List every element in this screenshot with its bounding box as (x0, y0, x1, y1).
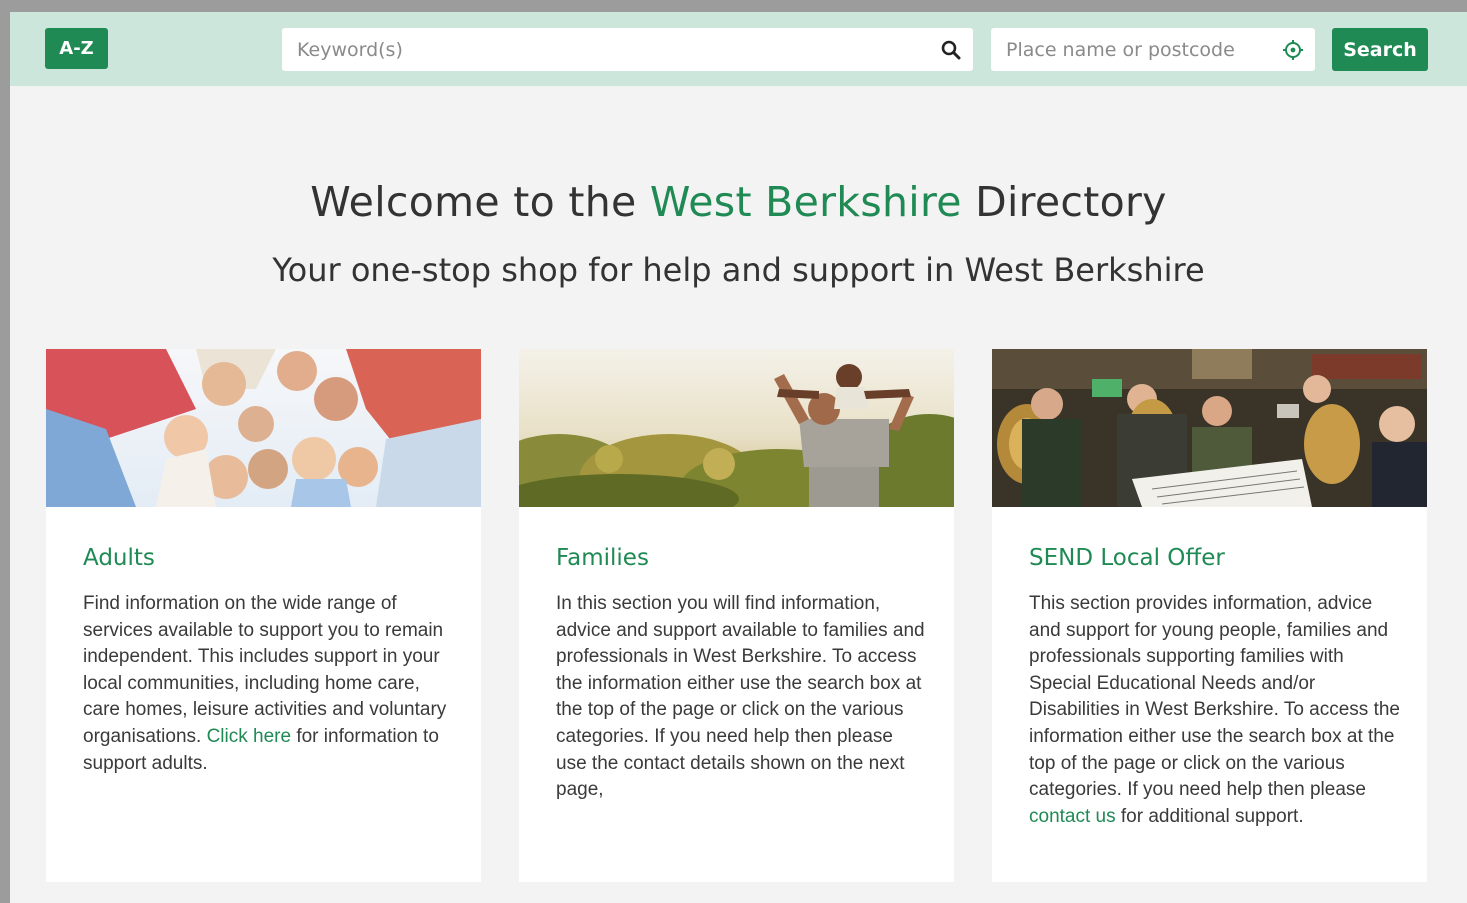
send-brass-band-photo (992, 349, 1427, 507)
a-z-button[interactable]: A-Z (45, 28, 108, 69)
card-adults[interactable]: Adults Find information on the wide rang… (46, 349, 481, 882)
card-send-local-offer[interactable]: SEND Local Offer This section provides i… (992, 349, 1427, 882)
search-icon[interactable] (929, 28, 973, 71)
keyword-search-box (282, 28, 973, 71)
postcode-input[interactable] (991, 28, 1271, 71)
top-search-bar: A-Z Sea (10, 12, 1467, 86)
adults-click-here-link[interactable]: Click here (207, 726, 291, 747)
card-title-adults[interactable]: Adults (83, 545, 155, 571)
title-suffix: Directory (961, 178, 1167, 226)
families-father-child-photo (519, 349, 954, 507)
page-frame: A-Z Sea (0, 0, 1467, 903)
adults-group-photo (46, 349, 481, 507)
send-contact-us-link[interactable]: contact us (1029, 806, 1116, 827)
title-accent: West Berkshire (649, 178, 962, 226)
search-button[interactable]: Search (1332, 28, 1428, 71)
card-title-send-local-offer[interactable]: SEND Local Offer (1029, 545, 1225, 571)
page-title: Welcome to the West Berkshire Directory (10, 178, 1467, 226)
crosshair-location-icon[interactable] (1271, 28, 1315, 71)
card-title-families[interactable]: Families (556, 545, 649, 571)
card-text-send-local-offer: This section provides information, advic… (1029, 591, 1401, 830)
send-text-before: This section provides information, advic… (1029, 593, 1401, 801)
title-prefix: Welcome to the (310, 178, 650, 226)
adults-text-before: Find information on the wide range of se… (83, 593, 447, 747)
card-text-adults: Find information on the wide range of se… (83, 591, 455, 777)
card-families[interactable]: Families In this section you will find i… (519, 349, 954, 882)
postcode-search-box (991, 28, 1315, 71)
page-subtitle: Your one-stop shop for help and support … (272, 251, 1205, 289)
send-text-after: for additional support. (1115, 805, 1304, 827)
keyword-input[interactable] (282, 28, 929, 71)
card-text-families: In this section you will find informatio… (556, 593, 925, 801)
